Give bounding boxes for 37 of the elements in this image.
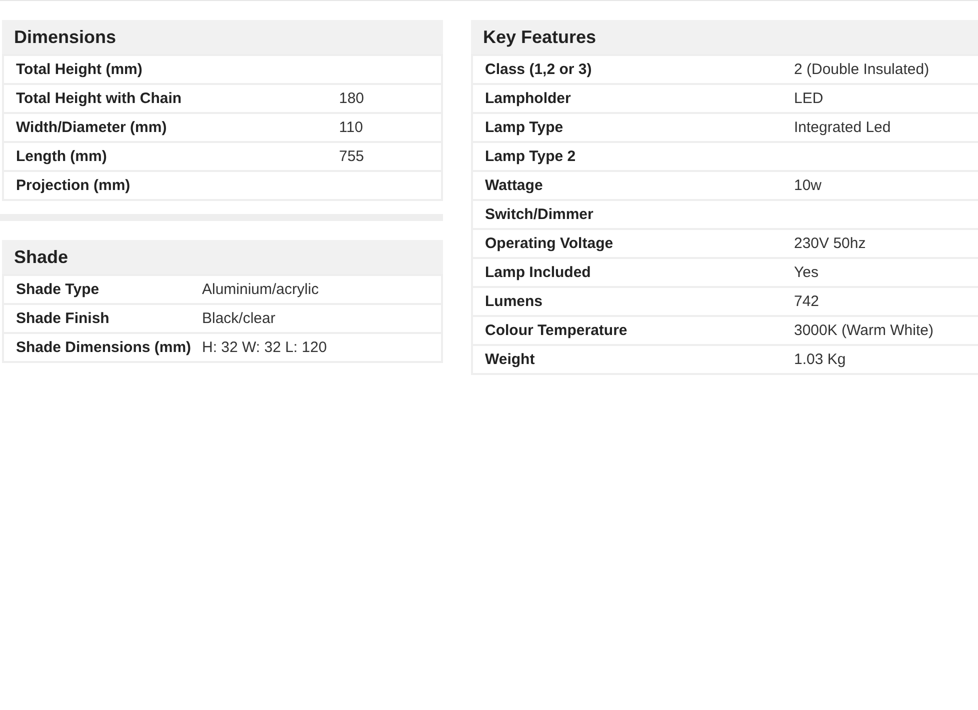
spec-value: 2 (Double Insulated) — [794, 61, 930, 78]
spec-label: Wattage — [485, 176, 544, 196]
spec-value: 10w — [794, 177, 823, 194]
spec-label: Lamp Type 2 — [485, 147, 577, 167]
spec-label: Length (mm) — [16, 147, 108, 167]
spec-value: 3000K (Warm White) — [794, 322, 934, 339]
spec-label: Colour Temperature — [485, 321, 628, 341]
spec-value: 1.03 Kg — [794, 351, 847, 368]
spec-label: Width/Diameter (mm) — [16, 118, 168, 138]
spec-value: 742 — [794, 293, 820, 310]
spec-label: Shade Finish — [16, 309, 110, 329]
spec-value: Aluminium/acrylic — [202, 281, 320, 298]
spec-value: Black/clear — [202, 310, 276, 327]
spec-label: Weight — [485, 350, 536, 370]
spec-label: Total Height with Chain — [16, 89, 183, 109]
spec-value: LED — [794, 90, 824, 107]
spec-label: Shade Dimensions (mm) — [16, 338, 192, 358]
spec-value: H: 32 W: 32 L: 120 — [202, 339, 328, 356]
spec-label: Operating Voltage — [485, 234, 614, 254]
spec-label: Lamp Included — [485, 263, 592, 283]
spec-value: Yes — [794, 264, 820, 281]
spec-value: 230V 50hz — [794, 235, 867, 252]
spec-value: 755 — [339, 148, 366, 165]
spec-label: Class (1,2 or 3) — [485, 60, 593, 80]
spec-label: Switch/Dimmer — [485, 205, 594, 225]
table-heading: Shade — [2, 240, 443, 274]
spec-label: Shade Type — [16, 280, 100, 300]
spec-value: Integrated Led — [794, 119, 892, 136]
table-heading: Dimensions — [2, 20, 443, 54]
spec-label: Projection (mm) — [16, 176, 132, 196]
spec-label: Lumens — [485, 292, 544, 312]
spec-value: 110 — [339, 119, 364, 136]
table-heading: Key Features — [471, 20, 978, 54]
spec-value: 180 — [339, 90, 366, 107]
spec-label: Lamp Type — [485, 118, 564, 138]
spec-label: Lampholder — [485, 89, 572, 109]
spec-label: Total Height (mm) — [16, 60, 144, 80]
